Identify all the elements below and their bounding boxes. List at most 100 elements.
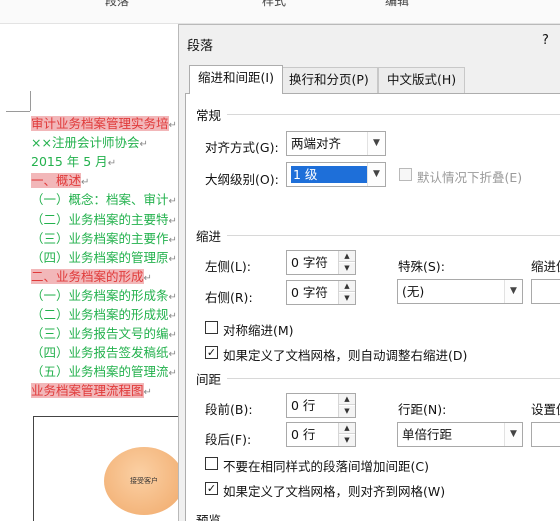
alignment-select[interactable]: 两端对齐 ▼ <box>286 131 386 156</box>
document-line[interactable]: ××注册会计师协会↵ <box>31 133 148 154</box>
document-line-text: （二）业务档案的主要特 <box>31 211 169 227</box>
line-spacing-value: 单倍行距 <box>402 427 453 442</box>
alignment-value: 两端对齐 <box>291 136 342 151</box>
line-spacing-label: 行距(N): <box>398 402 447 417</box>
auto-adjust-check: ✓ <box>206 346 217 359</box>
chevron-down-icon[interactable]: ▼ <box>367 132 385 155</box>
document-line[interactable]: （四）业务报告签发稿纸↵ <box>31 343 177 364</box>
right-indent-label: 右侧(R): <box>205 290 253 305</box>
space-before-value: 0 行 <box>291 398 316 413</box>
document-line[interactable]: 2015 年 5 月↵ <box>31 152 116 173</box>
document-line[interactable]: （四）业务档案的管理原↵ <box>31 248 177 269</box>
snap-to-grid-check: ✓ <box>206 482 217 495</box>
chevron-down-icon[interactable]: ▼ <box>504 280 522 303</box>
section-preview-heading: 预览 <box>196 513 222 521</box>
paragraph-mark-icon: ↵ <box>107 158 117 170</box>
collapse-checkbox[interactable] <box>399 168 412 181</box>
auto-adjust-label: 如果定义了文档网格，则自动调整右缩进(D) <box>223 348 468 363</box>
document-line-text: （四）业务报告签发稿纸 <box>31 345 169 361</box>
space-before-label: 段前(B): <box>205 402 253 417</box>
snap-to-grid-checkbox[interactable]: ✓ <box>205 482 218 495</box>
indent-by-input[interactable] <box>531 279 560 304</box>
outline-level-select[interactable]: 1 级 ▼ <box>286 162 386 187</box>
section-spacing-heading: 间距 <box>196 372 222 387</box>
paragraph-mark-icon: ↵ <box>81 177 90 189</box>
paragraph-mark-icon: ↵ <box>168 330 177 342</box>
paragraph-mark-icon: ↵ <box>168 349 177 361</box>
document-line-text: （三）业务档案的主要作 <box>31 230 169 246</box>
document-line-text: 2015 年 5 月 <box>31 154 108 170</box>
spin-down-icon[interactable]: ▼ <box>339 263 355 274</box>
paragraph-mark-icon: ↵ <box>143 387 152 399</box>
document-line-text: （四）业务档案的管理原 <box>31 249 169 265</box>
ribbon-group-paragraph: 段落 <box>105 0 130 8</box>
section-divider <box>227 235 560 236</box>
document-line-text: （三）业务报告文号的编 <box>31 326 169 342</box>
paragraph-mark-icon: ↵ <box>168 291 177 303</box>
paragraph-dialog: 段落 ? 缩进和间距(I) 换行和分页(P) 中文版式(H) 常规 对齐方式(G… <box>178 24 560 521</box>
space-before-spinner[interactable]: 0 行 ▲ ▼ <box>286 393 356 418</box>
spin-down-icon[interactable]: ▼ <box>339 293 355 304</box>
paragraph-mark-icon: ↵ <box>168 253 177 265</box>
paragraph-mark-icon: ↵ <box>139 139 148 151</box>
document-line[interactable]: 业务档案管理流程图↵ <box>31 381 152 402</box>
special-indent-value: (无) <box>402 284 425 299</box>
spin-down-icon[interactable]: ▼ <box>339 435 355 446</box>
chevron-down-icon[interactable]: ▼ <box>504 423 522 446</box>
right-indent-value: 0 字符 <box>291 285 328 300</box>
page-corner-mark <box>6 111 30 112</box>
document-line[interactable]: （一）概念：档案、审计↵ <box>31 190 177 211</box>
right-indent-spinner[interactable]: 0 字符 ▲ ▼ <box>286 280 356 305</box>
no-space-same-style-label: 不要在相同样式的段落间增加间距(C) <box>223 459 429 474</box>
paragraph-mark-icon: ↵ <box>168 368 177 380</box>
ribbon-group-styles: 样式 <box>262 0 287 8</box>
dialog-title: 段落 <box>187 39 214 54</box>
flowchart-image[interactable]: 接受客户 <box>33 416 184 521</box>
left-indent-spinner[interactable]: 0 字符 ▲ ▼ <box>286 250 356 275</box>
paragraph-mark-icon: ↵ <box>168 215 177 227</box>
document-line-text: ××注册会计师协会 <box>31 135 140 151</box>
tab-asian-typography[interactable]: 中文版式(H) <box>378 67 466 93</box>
spacing-at-label: 设置值 <box>531 402 560 417</box>
space-after-spinner[interactable]: 0 行 ▲ ▼ <box>286 422 356 447</box>
help-icon[interactable]: ? <box>542 33 549 48</box>
auto-adjust-checkbox[interactable]: ✓ <box>205 346 218 359</box>
document-line-text: （一）概念：档案、审计 <box>31 192 169 208</box>
document-line[interactable]: （五）业务档案的管理流↵ <box>31 362 177 383</box>
spacing-at-input[interactable] <box>531 422 560 447</box>
paragraph-mark-icon: ↵ <box>168 196 177 208</box>
page-corner-mark <box>30 91 31 111</box>
section-divider <box>227 378 560 379</box>
document-line[interactable]: （二）业务档案的主要特↵ <box>31 210 177 231</box>
mirror-indent-checkbox[interactable] <box>205 321 218 334</box>
space-after-label: 段后(F): <box>205 432 252 447</box>
document-line[interactable]: （三）业务报告文号的编↵ <box>31 324 177 345</box>
line-spacing-select[interactable]: 单倍行距 ▼ <box>397 422 523 447</box>
alignment-label: 对齐方式(G): <box>205 140 279 155</box>
ribbon-strip: 段落 样式 编辑 <box>0 0 560 24</box>
mirror-indent-label: 对称缩进(M) <box>223 323 294 338</box>
tab-line-page-breaks[interactable]: 换行和分页(P) <box>280 67 378 93</box>
special-indent-label: 特殊(S): <box>398 259 445 274</box>
left-indent-value: 0 字符 <box>291 255 328 270</box>
no-space-same-style-checkbox[interactable] <box>205 457 218 470</box>
tab-indents-spacing[interactable]: 缩进和间距(I) <box>189 65 283 94</box>
document-line[interactable]: （二）业务档案的形成规↵ <box>31 305 177 326</box>
document-line-text: 业务档案管理流程图 <box>31 383 144 399</box>
snap-to-grid-label: 如果定义了文档网格，则对齐到网格(W) <box>223 484 446 499</box>
paragraph-mark-icon: ↵ <box>168 311 177 322</box>
document-line[interactable]: （一）业务档案的形成条↵ <box>31 286 177 307</box>
document-line[interactable]: 一、概述↵ <box>31 171 89 192</box>
document-line[interactable]: （三）业务档案的主要作↵ <box>31 229 177 250</box>
document-line[interactable]: 二、业务档案的形成↵ <box>31 267 152 288</box>
spin-down-icon[interactable]: ▼ <box>339 406 355 417</box>
document-line[interactable]: 审计业务档案管理实务培↵ <box>31 114 177 135</box>
special-indent-select[interactable]: (无) ▼ <box>397 279 523 304</box>
section-general-heading: 常规 <box>196 108 222 123</box>
ribbon-group-editing: 编辑 <box>385 0 410 8</box>
section-divider <box>227 114 560 115</box>
space-after-value: 0 行 <box>291 427 316 442</box>
paragraph-mark-icon: ↵ <box>168 120 177 131</box>
chevron-down-icon[interactable]: ▼ <box>367 163 385 186</box>
paragraph-mark-icon: ↵ <box>168 234 177 246</box>
